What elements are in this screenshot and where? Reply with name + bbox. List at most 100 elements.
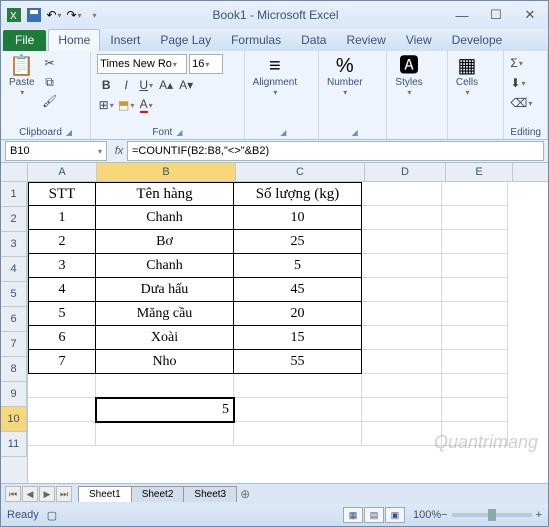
col-header-C[interactable]: C (236, 163, 365, 181)
cell-D7[interactable] (362, 326, 442, 350)
cell-C11[interactable] (234, 422, 362, 446)
row-header-9[interactable]: 9 (1, 382, 27, 407)
row-header-1[interactable]: 1 (1, 182, 27, 207)
file-tab[interactable]: File (3, 30, 46, 51)
cell-D1[interactable] (362, 182, 442, 206)
border-button[interactable]: ⊞▾ (97, 96, 115, 114)
grow-font-button[interactable]: A▴ (157, 76, 175, 94)
cell-B11[interactable] (96, 422, 234, 446)
select-all-button[interactable] (1, 163, 28, 182)
font-color-button[interactable]: A▾ (137, 96, 155, 114)
sheet-prev-icon[interactable]: ◀ (22, 486, 38, 502)
tab-page-layout[interactable]: Page Lay (150, 29, 221, 51)
number-format-button[interactable]: %Number▾ (325, 54, 365, 99)
autosum-button[interactable]: Σ▾ (510, 54, 522, 72)
cell-A5[interactable]: 4 (28, 278, 96, 302)
dialog-launcher-icon[interactable]: ◢ (66, 128, 72, 137)
page-layout-view-icon[interactable]: ▤ (364, 507, 384, 523)
cell-D5[interactable] (362, 278, 442, 302)
copy-icon[interactable]: ⧉ (41, 73, 59, 91)
cell-B3[interactable]: Bơ (96, 230, 234, 254)
zoom-level[interactable]: 100% (413, 509, 441, 521)
col-header-A[interactable]: A (28, 163, 97, 181)
zoom-slider[interactable]: − + (441, 509, 542, 521)
row-header-4[interactable]: 4 (1, 257, 27, 282)
cell-C6[interactable]: 20 (234, 302, 362, 326)
cell-E8[interactable] (442, 350, 508, 374)
fill-color-button[interactable]: ⬒▾ (117, 96, 135, 114)
cell-E10[interactable] (442, 398, 508, 422)
cell-C8[interactable]: 55 (234, 350, 362, 374)
fx-icon[interactable]: fx (111, 145, 127, 157)
cell-C2[interactable]: 10 (234, 206, 362, 230)
sheet-last-icon[interactable]: ⏭ (56, 486, 72, 502)
minimize-button[interactable]: — (448, 6, 476, 24)
cell-A2[interactable]: 1 (28, 206, 96, 230)
cell-B4[interactable]: Chanh (96, 254, 234, 278)
cell-D2[interactable] (362, 206, 442, 230)
sheet-next-icon[interactable]: ▶ (39, 486, 55, 502)
sheet-first-icon[interactable]: ⏮ (5, 486, 21, 502)
cell-D8[interactable] (362, 350, 442, 374)
cut-icon[interactable]: ✂ (41, 54, 59, 72)
cell-C1[interactable]: Số lượng (kg) (234, 182, 362, 206)
cell-B9[interactable] (96, 374, 234, 398)
row-header-11[interactable]: 11 (1, 432, 27, 457)
cell-A8[interactable]: 7 (28, 350, 96, 374)
bold-button[interactable]: B (97, 76, 115, 94)
styles-button[interactable]: 🅰Styles▾ (393, 54, 424, 99)
undo-icon[interactable]: ↶▾ (45, 6, 63, 24)
row-header-7[interactable]: 7 (1, 332, 27, 357)
cells-button[interactable]: ▦Cells▾ (454, 54, 480, 99)
cell-B1[interactable]: Tên hàng (96, 182, 234, 206)
col-header-D[interactable]: D (365, 163, 446, 181)
cell-D3[interactable] (362, 230, 442, 254)
tab-data[interactable]: Data (291, 29, 336, 51)
excel-icon[interactable]: X (5, 6, 23, 24)
cell-E7[interactable] (442, 326, 508, 350)
redo-icon[interactable]: ↷▾ (65, 6, 83, 24)
row-header-8[interactable]: 8 (1, 357, 27, 382)
normal-view-icon[interactable]: ▦ (343, 507, 363, 523)
font-size-selector[interactable]: 16▾ (189, 54, 223, 74)
dialog-launcher-icon[interactable]: ◢ (176, 128, 182, 137)
cell-C5[interactable]: 45 (234, 278, 362, 302)
cell-C4[interactable]: 5 (234, 254, 362, 278)
italic-button[interactable]: I (117, 76, 135, 94)
cell-E9[interactable] (442, 374, 508, 398)
tab-insert[interactable]: Insert (100, 29, 150, 51)
zoom-out-icon[interactable]: − (441, 509, 447, 521)
cell-A9[interactable] (28, 374, 96, 398)
row-header-10[interactable]: 10 (1, 407, 27, 432)
cell-C9[interactable] (234, 374, 362, 398)
clear-button[interactable]: ⌫▾ (510, 94, 532, 112)
qat-customize-icon[interactable]: ▾ (85, 6, 103, 24)
close-button[interactable]: ✕ (516, 6, 544, 24)
cell-E1[interactable] (442, 182, 508, 206)
cell-B5[interactable]: Dưa hấu (96, 278, 234, 302)
formula-input[interactable]: =COUNTIF(B2:B8,"<>"&B2) (127, 141, 544, 161)
tab-developer[interactable]: Develope (442, 29, 513, 51)
new-sheet-icon[interactable]: ⊕ (240, 487, 250, 501)
cell-E11[interactable] (442, 422, 508, 446)
paste-button[interactable]: 📋 Paste ▾ (7, 54, 37, 99)
save-icon[interactable] (25, 6, 43, 24)
col-header-E[interactable]: E (446, 163, 513, 181)
row-header-6[interactable]: 6 (1, 307, 27, 332)
cells-area[interactable]: STTTên hàngSố lượng (kg)1Chanh102Bơ253Ch… (28, 182, 508, 483)
cell-E5[interactable] (442, 278, 508, 302)
font-name-selector[interactable]: Times New Ro▾ (97, 54, 187, 74)
cell-A6[interactable]: 5 (28, 302, 96, 326)
format-painter-icon[interactable]: 🖌 (41, 92, 59, 110)
cell-A10[interactable] (28, 398, 96, 422)
row-header-2[interactable]: 2 (1, 207, 27, 232)
col-header-B[interactable]: B (97, 163, 236, 181)
cell-D6[interactable] (362, 302, 442, 326)
cell-D11[interactable] (362, 422, 442, 446)
cell-A1[interactable]: STT (28, 182, 96, 206)
dialog-launcher-icon[interactable]: ◢ (280, 128, 286, 137)
sheet-tab-2[interactable]: Sheet2 (131, 486, 185, 502)
cell-B10[interactable]: 5 (96, 398, 234, 422)
cell-B7[interactable]: Xoài (96, 326, 234, 350)
cell-D9[interactable] (362, 374, 442, 398)
